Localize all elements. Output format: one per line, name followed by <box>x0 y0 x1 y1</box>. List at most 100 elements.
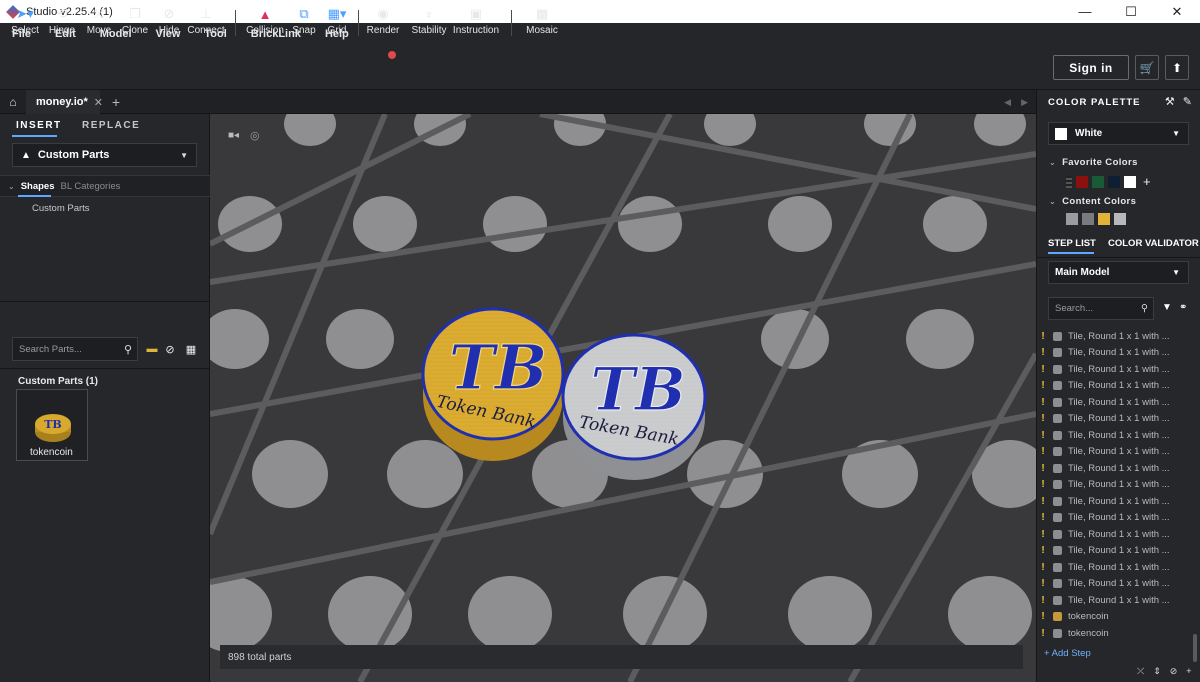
step-list-item[interactable]: ! Tile, Round 1 x 1 with ... <box>1037 592 1200 608</box>
step-list-item[interactable]: ! Tile, Round 1 x 1 with ... <box>1037 510 1200 526</box>
parts-source-dropdown[interactable]: ▲ Custom Parts ▼ <box>12 143 197 167</box>
home-tab[interactable]: ⌂ <box>0 90 26 114</box>
select-tool-button[interactable]: ➤▾ Select <box>10 4 40 44</box>
hinge-tool-button[interactable]: ⟲ Hinge <box>48 4 76 44</box>
clone-tool-button[interactable]: ❐ Clone <box>121 4 149 44</box>
step-list-item[interactable]: ! Tile, Round 1 x 1 with ... <box>1037 493 1200 509</box>
mosaic-tool-button[interactable]: ▩ Mosaic <box>525 4 559 44</box>
render-tool-button[interactable]: ◉ Render <box>367 4 400 44</box>
visibility-icon[interactable]: ⊘ <box>1170 666 1178 677</box>
sign-in-button[interactable]: Sign in <box>1053 55 1129 80</box>
tab-prev-icon[interactable]: ◀ <box>1004 97 1011 108</box>
tab-step-list[interactable]: STEP LIST <box>1048 238 1096 249</box>
upload-button[interactable]: ⬆ <box>1165 55 1189 80</box>
favorite-color-swatch[interactable] <box>1092 175 1104 188</box>
move-tool-button[interactable]: ⤧ Move <box>86 4 112 44</box>
content-color-swatch[interactable] <box>1066 213 1078 225</box>
favorite-color-swatch[interactable] <box>1066 175 1072 188</box>
favorite-color-swatch[interactable] <box>1124 175 1136 188</box>
minimize-button[interactable]: — <box>1062 0 1108 23</box>
collapse-icon[interactable]: ⤫ <box>1137 666 1144 677</box>
collision-tool-button[interactable]: ▲ Collision <box>246 4 284 44</box>
step-list-item[interactable]: ! Tile, Round 1 x 1 with ... <box>1037 543 1200 559</box>
cart-button[interactable]: 🛒 <box>1135 55 1159 80</box>
viewport-scene[interactable]: TB Token Bank TB Token Bank <box>210 114 1036 682</box>
favorite-color-swatch[interactable] <box>1076 175 1088 188</box>
tab-money-io[interactable]: money.io* ✕ <box>26 90 103 114</box>
favorite-color-swatch[interactable] <box>1108 175 1120 188</box>
step-list-item[interactable]: ! tokencoin <box>1037 609 1200 625</box>
hide-tool-button[interactable]: ⊘ Hide <box>157 4 181 44</box>
step-list-item[interactable]: ! Tile, Round 1 x 1 with ... <box>1037 444 1200 460</box>
part-icon <box>1053 447 1062 456</box>
grid-tool-button[interactable]: ▦▾ Grid <box>326 4 348 44</box>
cart-icon: 🛒 <box>1139 60 1155 75</box>
add-icon[interactable]: + <box>1186 666 1191 677</box>
step-list-item[interactable]: ! Tile, Round 1 x 1 with ... <box>1037 526 1200 542</box>
search-icon[interactable]: ⚲ <box>1141 303 1148 314</box>
tab-insert[interactable]: INSERT <box>16 120 62 131</box>
silver-token-coin[interactable]: TB Token Bank <box>561 333 707 480</box>
chevron-down-icon[interactable]: ⌄ <box>8 182 15 191</box>
step-list-item[interactable]: ! Tile, Round 1 x 1 with ... <box>1037 576 1200 592</box>
content-color-swatch[interactable] <box>1082 213 1094 225</box>
custom-parts-header: Custom Parts (1) <box>18 376 99 387</box>
filter-icon[interactable]: ▼ <box>1162 302 1172 313</box>
tab-replace[interactable]: REPLACE <box>82 120 140 131</box>
step-search-input[interactable]: Search... ⚲ <box>1048 297 1154 320</box>
step-list-item[interactable]: ! Tile, Round 1 x 1 with ... <box>1037 361 1200 377</box>
search-parts-input[interactable]: Search Parts... ⚲ <box>12 337 138 361</box>
part-icon <box>1053 595 1062 605</box>
eyedropper-icon[interactable]: ✎ <box>1183 95 1192 108</box>
step-list-item[interactable]: ! Tile, Round 1 x 1 with ... <box>1037 477 1200 493</box>
step-list-item[interactable]: ! Tile, Round 1 x 1 with ... <box>1037 460 1200 476</box>
step-list-item[interactable]: ! Tile, Round 1 x 1 with ... <box>1037 328 1200 344</box>
color-filter-icon[interactable]: ▬ <box>146 343 158 355</box>
content-colors-header[interactable]: ⌄ Content Colors <box>1049 196 1136 207</box>
close-window-button[interactable]: ✕ <box>1154 0 1200 23</box>
step-list-item[interactable]: ! Tile, Round 1 x 1 with ... <box>1037 345 1200 361</box>
favorite-colors-header[interactable]: ⌄ Favorite Colors <box>1049 157 1138 168</box>
model-select-dropdown[interactable]: Main Model ▼ <box>1048 261 1189 284</box>
step-list-scrollbar[interactable] <box>1193 634 1197 662</box>
step-item-label: tokencoin <box>1068 611 1109 622</box>
add-tab-button[interactable]: + <box>108 90 124 114</box>
3d-viewport[interactable]: TB Token Bank TB Token Bank ■◂ ◎ <box>210 114 1036 682</box>
tab-bl-categories[interactable]: BL Categories <box>61 181 121 192</box>
category-item-custom-parts[interactable]: Custom Parts <box>32 203 90 214</box>
instruction-tool-button[interactable]: ▣ Instruction <box>452 4 500 44</box>
search-placeholder: Search Parts... <box>19 343 82 355</box>
warning-icon: ! <box>1041 512 1045 523</box>
glasses-icon[interactable]: ⚭ <box>1179 302 1187 313</box>
step-list-item[interactable]: ! Tile, Round 1 x 1 with ... <box>1037 394 1200 410</box>
step-list-item[interactable]: ! Tile, Round 1 x 1 with ... <box>1037 378 1200 394</box>
paint-roller-icon[interactable]: ⚒ <box>1165 95 1175 108</box>
stability-tool-button[interactable]: ♆ Stability <box>410 4 448 44</box>
step-list-item[interactable]: ! Tile, Round 1 x 1 with ... <box>1037 411 1200 427</box>
step-list-item[interactable]: ! tokencoin <box>1037 625 1200 641</box>
hide-unavailable-icon[interactable]: ⊘ <box>164 343 176 356</box>
connect-tool-button[interactable]: ⊥ Connect <box>187 4 225 44</box>
clone-icon: ❐ <box>129 6 141 21</box>
maximize-button[interactable]: ☐ <box>1108 0 1154 23</box>
search-icon[interactable]: ⚲ <box>124 343 132 356</box>
camera-icon[interactable]: ■◂ <box>228 130 239 141</box>
add-step-button[interactable]: + Add Step <box>1044 648 1091 659</box>
grid-view-icon[interactable]: ▦ <box>185 343 197 356</box>
tab-color-validator[interactable]: COLOR VALIDATOR <box>1108 238 1199 249</box>
gold-token-coin[interactable]: TB Token Bank <box>421 307 565 461</box>
snap-tool-button[interactable]: ⧉ Snap <box>292 4 316 44</box>
tab-next-icon[interactable]: ▶ <box>1021 97 1028 108</box>
rotate-view-icon[interactable]: ◎ <box>250 129 260 142</box>
content-color-swatch[interactable] <box>1098 213 1110 225</box>
part-icon <box>1053 546 1062 555</box>
tab-shapes[interactable]: Shapes <box>21 181 55 192</box>
content-color-swatch[interactable] <box>1114 213 1126 225</box>
color-select-dropdown[interactable]: White ▼ <box>1048 122 1189 145</box>
right-panel: COLOR PALETTE ⚒ ✎ White ▼ ⌄ Favorite Colo… <box>1036 90 1200 682</box>
expand-icon[interactable]: ⇕ <box>1153 666 1161 677</box>
close-tab-icon[interactable]: ✕ <box>94 96 103 109</box>
step-list-item[interactable]: ! Tile, Round 1 x 1 with ... <box>1037 427 1200 443</box>
step-list-item[interactable]: ! Tile, Round 1 x 1 with ... <box>1037 559 1200 575</box>
add-favorite-color-icon[interactable]: + <box>1143 174 1151 189</box>
